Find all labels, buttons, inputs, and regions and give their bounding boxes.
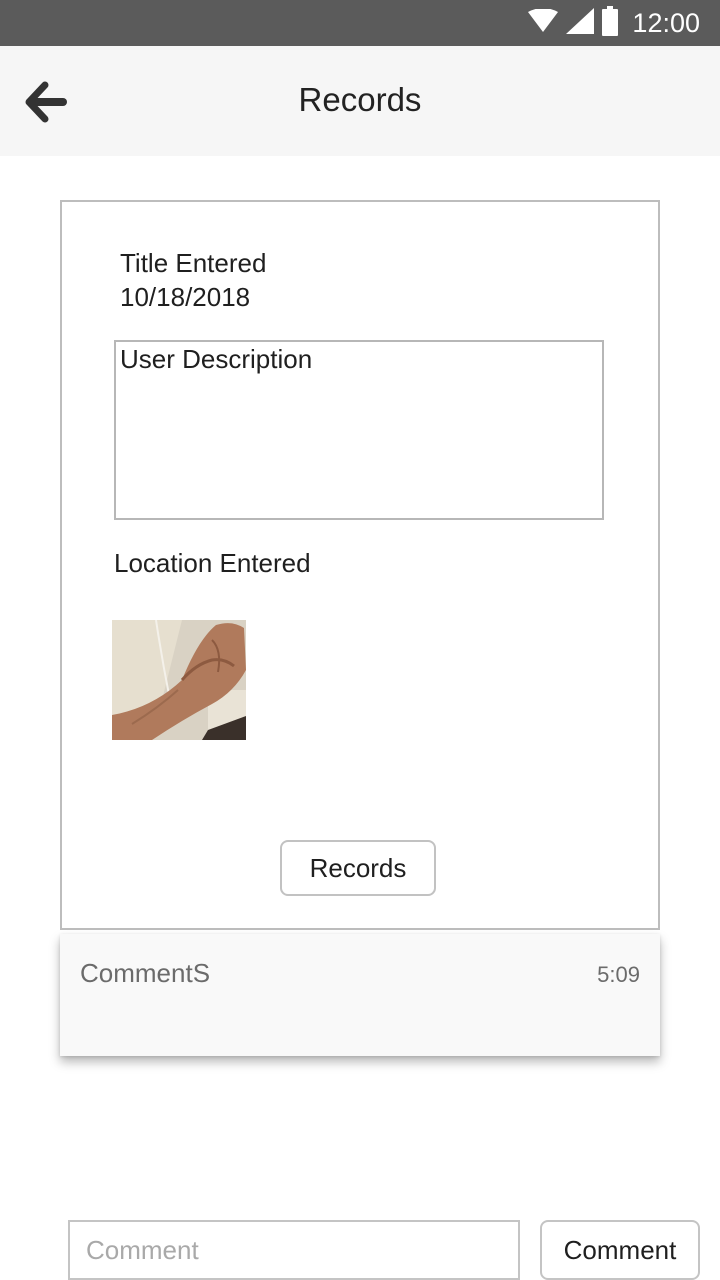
record-photo[interactable] xyxy=(112,620,246,740)
description-text: User Description xyxy=(120,344,313,374)
comment-input[interactable] xyxy=(68,1220,520,1280)
location-text: Location Entered xyxy=(114,548,311,578)
arrow-left-icon xyxy=(25,81,67,128)
description-box: User Description xyxy=(114,340,604,520)
battery-icon xyxy=(602,5,619,41)
comment-time: 5:09 xyxy=(597,962,640,987)
app-bar: Records xyxy=(0,46,720,156)
comment-label: CommentS xyxy=(80,958,211,988)
record-title: Title Entered xyxy=(120,248,267,278)
back-button[interactable] xyxy=(18,76,74,132)
page-title: Records xyxy=(298,81,422,118)
status-bar: 12:00 xyxy=(0,0,720,46)
wifi-icon xyxy=(528,7,559,38)
status-time: 12:00 xyxy=(632,7,700,38)
comment-send-button[interactable]: Comment xyxy=(540,1220,700,1280)
records-button[interactable]: Records xyxy=(280,840,436,896)
status-icons: 12:00 xyxy=(528,0,700,46)
comment-card[interactable]: CommentS 5:09 xyxy=(60,934,660,1056)
record-date: 10/18/2018 xyxy=(120,282,251,312)
hand-photo-image xyxy=(112,620,246,740)
signal-icon xyxy=(566,7,595,39)
